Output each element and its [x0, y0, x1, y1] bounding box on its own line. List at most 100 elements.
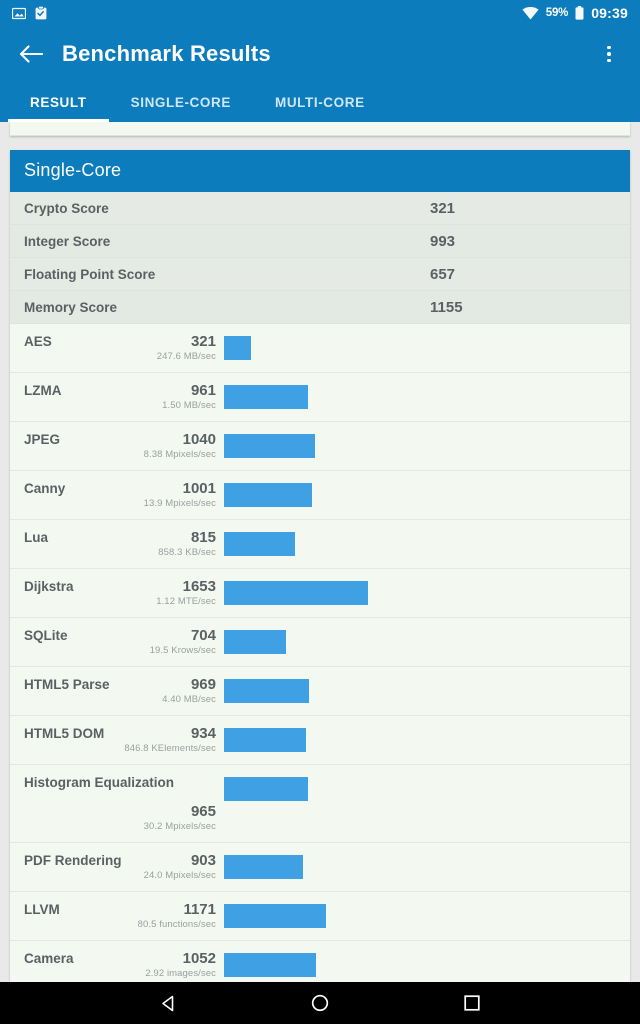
benchmark-metrics: 704 19.5 Krows/sec [150, 627, 224, 657]
benchmark-name: LLVM [24, 902, 60, 917]
tab-multi-core[interactable]: MULTI-CORE [253, 82, 387, 122]
benchmark-bar [224, 679, 309, 703]
benchmark-score: 321 [190, 333, 216, 350]
overflow-menu-icon[interactable] [592, 35, 626, 73]
benchmark-row: Histogram Equalization 965 30.2 Mpixels/se… [10, 765, 630, 843]
benchmark-bar [224, 336, 252, 360]
benchmark-bar-cell [224, 578, 630, 605]
summary-score-value: 657 [430, 265, 456, 283]
benchmark-row: JPEG 1040 8.38 Mpixels/sec [10, 422, 630, 471]
benchmark-rate: 846.8 KElements/sec [124, 743, 216, 754]
benchmark-metrics: 903 24.0 Mpixels/sec [144, 852, 224, 882]
benchmark-info: Dijkstra 1653 1.12 MTE/sec [24, 578, 224, 608]
benchmark-score: 1001 [182, 480, 216, 497]
benchmark-bar-cell [224, 725, 630, 752]
summary-score-label: Floating Point Score [24, 266, 156, 282]
benchmark-info: AES 321 247.6 MB/sec [24, 333, 224, 363]
page-title: Benchmark Results [62, 41, 271, 66]
benchmark-info: LZMA 961 1.50 MB/sec [24, 382, 224, 412]
benchmark-row: Camera 1052 2.92 images/sec [10, 941, 630, 982]
benchmark-name: Canny [24, 481, 66, 496]
benchmark-score: 1040 [182, 431, 216, 448]
benchmark-metrics: 321 247.6 MB/sec [157, 333, 224, 363]
benchmark-row: LZMA 961 1.50 MB/sec [10, 373, 630, 422]
benchmark-name: LZMA [24, 383, 62, 398]
benchmark-info: HTML5 Parse 969 4.40 MB/sec [24, 676, 224, 706]
benchmark-score: 1171 [183, 901, 216, 918]
nav-recents-icon[interactable] [455, 986, 489, 1020]
summary-score-value: 1155 [430, 298, 463, 316]
benchmark-bar-cell [224, 431, 630, 458]
benchmark-bar [224, 532, 295, 556]
benchmark-rate: 1.12 MTE/sec [156, 596, 216, 607]
benchmark-info: Lua 815 858.3 KB/sec [24, 529, 224, 559]
benchmark-metrics: 1052 2.92 images/sec [145, 950, 224, 980]
benchmark-metrics: 1040 8.38 Mpixels/sec [144, 431, 224, 461]
benchmark-name: JPEG [24, 432, 61, 447]
benchmark-rate: 80.5 functions/sec [137, 919, 216, 930]
benchmark-bar [224, 728, 307, 752]
benchmark-bar [224, 777, 308, 801]
benchmark-bar [224, 855, 304, 879]
benchmark-bar-cell [224, 480, 630, 507]
benchmark-metrics: 934 846.8 KElements/sec [124, 725, 224, 755]
benchmark-score: 965 [190, 803, 216, 820]
status-bar: 59% 09:39 [0, 0, 640, 26]
tab-single-core[interactable]: SINGLE-CORE [109, 82, 253, 122]
benchmark-rate: 247.6 MB/sec [156, 351, 216, 362]
benchmark-bar-cell [224, 774, 630, 801]
benchmark-bar [224, 434, 315, 458]
benchmark-bar-cell [224, 852, 630, 879]
benchmark-row: SQLite 704 19.5 Krows/sec [10, 618, 630, 667]
benchmark-rate: 24.0 Mpixels/sec [143, 870, 216, 881]
benchmark-row: Lua 815 858.3 KB/sec [10, 520, 630, 569]
benchmark-name: PDF Rendering [24, 853, 122, 868]
phone-screen: 59% 09:39 Benchmark Results RESULT SINGL… [0, 0, 640, 1024]
benchmark-bar-cell [224, 382, 630, 409]
benchmark-bar-cell [224, 627, 630, 654]
benchmark-rate: 2.92 images/sec [145, 968, 216, 979]
tab-result[interactable]: RESULT [8, 82, 109, 122]
benchmark-metrics: 1171 80.5 functions/sec [138, 901, 224, 931]
nav-home-icon[interactable] [303, 986, 337, 1020]
status-bar-left-icons [11, 5, 47, 20]
benchmark-row: LLVM 1171 80.5 functions/sec [10, 892, 630, 941]
summary-score-row: Memory Score 1155 [10, 291, 630, 324]
summary-score-row: Crypto Score 321 [10, 192, 630, 225]
benchmark-score: 903 [190, 852, 216, 869]
nav-back-icon[interactable] [151, 986, 185, 1020]
benchmark-bar [224, 581, 368, 605]
benchmark-metrics: 1653 1.12 MTE/sec [156, 578, 224, 608]
benchmark-metrics: 1001 13.9 Mpixels/sec [144, 480, 224, 510]
benchmark-bar [224, 385, 308, 409]
card-header-title: Single-Core [10, 150, 630, 192]
benchmark-metrics: 961 1.50 MB/sec [162, 382, 224, 412]
benchmark-info: PDF Rendering 903 24.0 Mpixels/sec [24, 852, 224, 882]
benchmark-metrics: 965 30.2 Mpixels/sec [24, 803, 224, 833]
results-scroll-area[interactable]: Single-Core Crypto Score 321 Integer Score… [0, 122, 640, 982]
benchmark-bar [224, 953, 317, 977]
clipboard-icon [35, 5, 47, 20]
benchmark-info: Histogram Equalization 965 30.2 Mpixels/se… [24, 774, 224, 833]
benchmark-row: PDF Rendering 903 24.0 Mpixels/sec [10, 843, 630, 892]
benchmark-bar [224, 483, 312, 507]
benchmark-info: JPEG 1040 8.38 Mpixels/sec [24, 431, 224, 461]
back-arrow-icon[interactable] [14, 37, 48, 71]
summary-score-label: Memory Score [24, 299, 118, 315]
status-bar-right-icons: 59% 09:39 [522, 5, 628, 21]
app-bar: Benchmark Results [0, 26, 640, 82]
summary-score-row: Integer Score 993 [10, 225, 630, 258]
benchmark-name: SQLite [24, 628, 68, 643]
summary-score-value: 321 [430, 199, 456, 217]
summary-score-label: Crypto Score [24, 200, 109, 216]
benchmark-bar-cell [224, 901, 630, 928]
benchmark-bar [224, 904, 327, 928]
benchmark-info: Camera 1052 2.92 images/sec [24, 950, 224, 980]
benchmark-score: 961 [190, 382, 216, 399]
benchmark-name: HTML5 DOM [24, 726, 105, 741]
tab-result-label: RESULT [30, 94, 87, 110]
benchmark-rate: 4.40 MB/sec [162, 694, 216, 705]
wifi-icon [522, 6, 539, 20]
status-bar-clock: 09:39 [591, 5, 628, 21]
benchmark-info: SQLite 704 19.5 Krows/sec [24, 627, 224, 657]
